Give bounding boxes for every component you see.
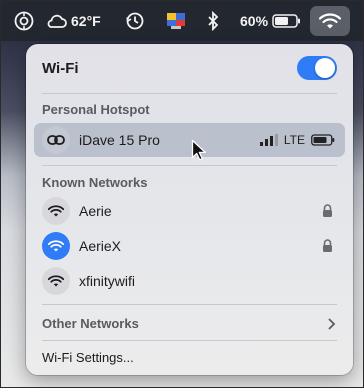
network-name: Aerie [79, 203, 112, 219]
battery-percent: 60% [240, 13, 269, 29]
screenshot-frame: 62°F 60% Wi-Fi Personal Hotspot iDave 15… [0, 0, 364, 388]
wifi-panel: Wi-Fi Personal Hotspot iDave 15 Pro LTE … [26, 44, 353, 375]
hotspot-name: iDave 15 Pro [79, 132, 160, 148]
divider [42, 304, 337, 305]
hotspot-link-icon [42, 126, 70, 154]
wifi-connected-icon [42, 232, 70, 260]
panel-title: Wi-Fi [42, 60, 79, 77]
mouse-cursor-icon [191, 139, 206, 161]
network-row-aerie[interactable]: Aerie [34, 194, 345, 228]
lock-icon [323, 239, 332, 252]
wifi-toggle[interactable] [297, 56, 337, 80]
network-row-aeriex[interactable]: AerieX [34, 229, 345, 263]
divider [42, 340, 337, 341]
network-name: AerieX [79, 238, 122, 254]
wifi-settings-item[interactable]: Wi-Fi Settings... [42, 350, 134, 365]
hotspot-row[interactable]: iDave 15 Pro LTE [34, 123, 345, 157]
weather-cloud-icon [47, 14, 67, 28]
menu-app-icon[interactable] [165, 1, 187, 41]
bluetooth-icon[interactable] [206, 1, 220, 41]
known-networks-header: Known Networks [42, 175, 148, 190]
time-machine-icon[interactable] [125, 1, 145, 41]
hotspot-status: LTE [259, 133, 335, 147]
wifi-menu-button[interactable] [310, 6, 350, 36]
menu-bar: 62°F 60% [1, 1, 363, 41]
battery-status[interactable]: 60% [240, 1, 302, 41]
weather-widget[interactable]: 62°F [45, 1, 101, 41]
network-row-xfinitywifi[interactable]: xfinitywifi [34, 264, 345, 298]
weather-temp: 62°F [71, 13, 101, 29]
control-center-icon[interactable] [13, 1, 35, 41]
network-type-label: LTE [283, 133, 305, 147]
wifi-signal-icon [42, 197, 70, 225]
lock-icon [323, 204, 332, 217]
other-networks-item[interactable]: Other Networks [42, 316, 139, 331]
divider [42, 165, 337, 166]
wifi-icon [319, 13, 341, 29]
battery-icon [272, 14, 301, 28]
cellular-signal-icon [259, 134, 278, 146]
chevron-right-icon[interactable] [327, 317, 336, 331]
toggle-knob [315, 58, 335, 78]
wifi-signal-icon [42, 267, 70, 295]
hotspot-section-header: Personal Hotspot [42, 102, 150, 117]
network-name: xfinitywifi [79, 273, 136, 289]
hotspot-battery-icon [311, 134, 335, 146]
divider [42, 93, 337, 94]
